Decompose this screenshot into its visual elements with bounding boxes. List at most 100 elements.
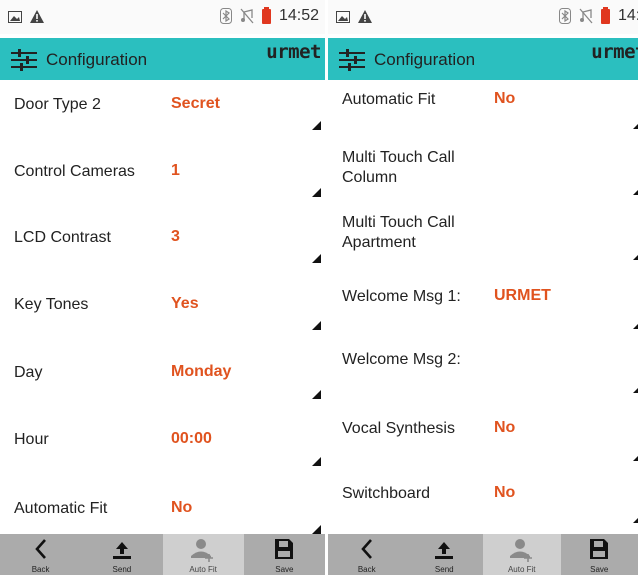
back-label: Back [31, 565, 50, 574]
right-screen: 14:55 Configuration urmet Automatic Fit … [328, 0, 638, 575]
setting-label: Multi Touch Call Apartment [342, 214, 455, 251]
battery-icon [600, 6, 610, 24]
mute-icon [579, 8, 593, 24]
dropdown-corner-icon [312, 320, 321, 330]
status-bar: 14:55 [328, 0, 638, 34]
dropdown-corner-icon [633, 251, 638, 260]
list-item[interactable]: Control Cameras 1 [0, 148, 325, 216]
dropdown-corner-icon [633, 384, 638, 393]
image-icon [336, 10, 350, 23]
auto-fit-button[interactable]: Auto Fit [483, 534, 561, 575]
clock: 14:52 [278, 7, 319, 24]
setting-label: Key Tones [14, 295, 89, 313]
mute-icon [240, 8, 254, 24]
dropdown-corner-icon [312, 121, 321, 130]
setting-label: LCD Contrast [14, 229, 111, 246]
list-item[interactable]: Key Tones Yes [0, 283, 325, 351]
setting-label: Welcome Msg 1: [342, 288, 461, 305]
list-item[interactable]: Welcome Msg 2: [328, 336, 638, 404]
back-icon [34, 539, 46, 559]
auto-fit-button[interactable]: Auto Fit [162, 534, 244, 575]
setting-label: Day [14, 364, 43, 381]
setting-value: No [494, 90, 516, 107]
settings-list[interactable]: Automatic Fit No Multi Touch Call Column… [328, 80, 638, 534]
setting-value: 3 [171, 228, 180, 245]
auto-fit-icon [191, 539, 214, 562]
setting-label: Automatic Fit [342, 91, 436, 108]
back-button[interactable]: Back [328, 534, 406, 575]
send-icon [435, 542, 454, 559]
list-item[interactable]: Automatic Fit No [0, 485, 325, 534]
battery-icon [261, 6, 271, 24]
setting-label: Welcome Msg 2: [342, 351, 461, 368]
dropdown-corner-icon [633, 452, 638, 461]
list-item[interactable]: LCD Contrast 3 [0, 215, 325, 283]
dropdown-corner-icon [312, 456, 321, 466]
list-item[interactable]: Door Type 2 Secret [0, 80, 325, 148]
list-item[interactable]: Multi Touch Call Column [328, 134, 638, 203]
setting-value: No [494, 419, 516, 436]
image-icon [8, 10, 22, 23]
setting-value: No [171, 499, 193, 516]
auto-fit-label: Auto Fit [189, 565, 217, 574]
setting-value: Yes [171, 294, 199, 312]
left-screen: 14:52 Configuration urmet Door Type 2 Se… [0, 0, 325, 575]
setting-value: 1 [171, 161, 180, 179]
dropdown-corner-icon [312, 254, 321, 263]
list-item[interactable]: Switchboard No [328, 470, 638, 534]
send-label: Send [434, 565, 454, 574]
list-item[interactable]: Automatic Fit No [328, 80, 638, 134]
bottom-toolbar: Back Send Auto Fit Save [0, 534, 325, 575]
bluetooth-icon [558, 8, 571, 24]
dropdown-corner-icon [633, 514, 638, 523]
list-item[interactable]: Hour 00:00 [0, 418, 325, 486]
app-bar: Configuration urmet [0, 38, 325, 80]
save-label: Save [590, 565, 609, 574]
back-button[interactable]: Back [0, 534, 81, 575]
back-label: Back [357, 565, 376, 574]
list-item[interactable]: Vocal Synthesis No [328, 404, 638, 470]
warning-icon [30, 10, 44, 23]
list-item[interactable]: Day Monday [0, 350, 325, 418]
setting-label: Multi Touch Call Column [342, 149, 455, 186]
dropdown-corner-icon [312, 390, 321, 399]
list-item[interactable]: Welcome Msg 1: URMET [328, 270, 638, 336]
setting-label: Hour [14, 430, 49, 448]
save-icon [275, 539, 294, 559]
setting-value: No [494, 484, 516, 501]
save-icon [590, 539, 609, 559]
bottom-toolbar: Back Send Auto Fit Save [328, 534, 638, 575]
setting-value: Secret [171, 95, 220, 112]
dropdown-corner-icon [633, 186, 638, 195]
brand-logo: urmet [591, 41, 638, 63]
auto-fit-icon [509, 539, 532, 562]
brand-logo: urmet [266, 41, 321, 63]
send-icon [112, 542, 131, 559]
app-bar: Configuration urmet [328, 38, 638, 80]
warning-icon [358, 10, 372, 23]
setting-label: Vocal Synthesis [342, 420, 455, 437]
setting-label: Door Type 2 [14, 96, 101, 113]
status-bar: 14:52 [0, 0, 325, 34]
dropdown-corner-icon [633, 120, 638, 129]
dropdown-corner-icon [312, 525, 321, 534]
dropdown-corner-icon [312, 187, 321, 197]
save-label: Save [275, 565, 294, 574]
setting-value: URMET [494, 287, 551, 304]
bluetooth-icon [219, 8, 232, 24]
settings-list[interactable]: Door Type 2 Secret Control Cameras 1 LCD… [0, 80, 325, 534]
send-button[interactable]: Send [81, 534, 162, 575]
clock: 14:55 [617, 7, 638, 24]
save-button[interactable]: Save [561, 534, 638, 575]
save-button[interactable]: Save [244, 534, 325, 575]
setting-value: Monday [171, 363, 232, 380]
setting-label: Switchboard [342, 485, 431, 502]
send-button[interactable]: Send [406, 534, 484, 575]
list-item[interactable]: Multi Touch Call Apartment [328, 203, 638, 270]
setting-label: Automatic Fit [14, 500, 108, 517]
configuration-icon [339, 49, 365, 71]
page-title: Configuration [374, 50, 476, 69]
page-title: Configuration [46, 50, 148, 69]
setting-label: Control Cameras [14, 162, 135, 180]
back-icon [361, 539, 372, 559]
